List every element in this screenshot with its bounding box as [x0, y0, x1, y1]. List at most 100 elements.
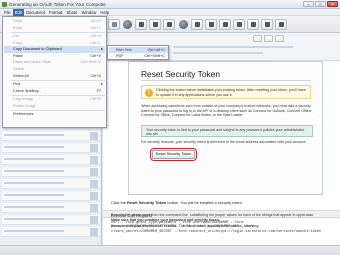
gear-icon [265, 22, 270, 27]
menu-edit[interactable]: Edit [12, 8, 24, 16]
toolbar-account-button[interactable] [179, 20, 188, 29]
present-icon [237, 22, 242, 27]
list-item[interactable] [2, 227, 100, 237]
note-format-button[interactable] [275, 35, 284, 42]
note-preview [4, 206, 64, 208]
lower-paragraph-2: Below is what your response will look li… [111, 224, 260, 229]
note-preview [4, 170, 64, 172]
note-preview [4, 230, 64, 232]
reset-security-token-button[interactable]: Reset Security Token [150, 148, 197, 161]
toolbar-search-button[interactable] [275, 19, 287, 30]
menu-item-label: Rotate Image [13, 103, 36, 108]
divider [141, 80, 311, 81]
share-icon [167, 22, 172, 27]
shortcut: F7 [96, 88, 101, 93]
toolbar-new-note-button[interactable] [135, 19, 147, 30]
menu-item-label: Redo [13, 25, 23, 30]
menu-format[interactable]: Format [47, 9, 64, 16]
note-format-button[interactable] [264, 35, 273, 42]
warning-box: ! Clicking the button below invalidates … [141, 85, 311, 99]
menu-item-delete[interactable]: Delete [4, 66, 105, 73]
toolbar-present-button[interactable] [233, 19, 245, 30]
trash-icon [195, 22, 200, 27]
menu-item-check-spelling[interactable]: Check Spelling... F7 [4, 88, 105, 95]
list-item[interactable] [2, 143, 100, 153]
copy-document-submenu: Rich Text Ctrl+Alt+C PDF Ctrl+Shift+C [107, 45, 169, 60]
app-icon [2, 2, 7, 7]
menu-item-cut[interactable]: Cut Ctrl+X [4, 33, 105, 40]
note-format-button[interactable] [253, 35, 262, 42]
toolbar-notebook-button[interactable] [108, 19, 120, 30]
menu-item-redo[interactable]: Redo Ctrl+Y [4, 25, 105, 32]
info-text: Your security token is tied to your pass… [146, 127, 305, 137]
note-preview [4, 218, 64, 220]
warning-icon: ! [145, 89, 153, 97]
toolbar-sync-button[interactable] [123, 20, 132, 29]
attach-icon [251, 22, 256, 27]
toolbar-reminder-button[interactable] [219, 19, 231, 30]
shortcut: Ctrl+X [90, 34, 101, 38]
caption-bold: Reset Security Token [127, 200, 167, 205]
new-note-icon [139, 22, 144, 27]
shortcut: Ctrl+A [90, 73, 101, 78]
menu-window[interactable]: Window [80, 9, 99, 16]
menu-item-find[interactable]: Find ▸ [4, 81, 105, 88]
menu-item-label: Crop Image [13, 97, 33, 101]
note-thumbnail [90, 204, 98, 212]
note-thumbnail [90, 216, 98, 224]
notebook-icon [112, 22, 117, 27]
menu-item-copy[interactable]: Copy Ctrl+C [4, 40, 105, 47]
toolbar-info-button[interactable] [205, 19, 217, 30]
caption: Click the Reset Security Token button. Y… [111, 200, 336, 205]
shortcut: Ctrl+R [90, 97, 101, 101]
screenshot-paragraph: When accessing salesforce.com from outsi… [141, 104, 313, 118]
note-thumbnail [90, 156, 98, 164]
list-item[interactable] [2, 155, 100, 165]
note-preview [4, 146, 64, 148]
header-rule [173, 46, 293, 48]
menu-item-paste-match-style[interactable]: Paste and Match Style Ctrl+Shift+V [4, 59, 105, 66]
menu-item-rotate-image[interactable]: Rotate Image [4, 103, 105, 110]
menu-item-crop-image[interactable]: Crop Image Ctrl+R [4, 96, 105, 103]
menu-item-preferences[interactable]: Preferences [4, 111, 105, 118]
embedded-screenshot: Reset Security Token ! Clicking the butt… [128, 61, 323, 195]
minimize-button[interactable]: – [303, 1, 314, 7]
submenu-item-label: Rich Text [116, 48, 132, 52]
toolbar-attach-button[interactable] [247, 19, 259, 30]
lower-paragraph: Execute the above script from the comman… [111, 213, 315, 217]
tag-icon [153, 22, 158, 27]
list-item[interactable] [2, 203, 100, 213]
toolbar-new-tag-button[interactable] [149, 19, 161, 30]
menu-document[interactable]: Document [24, 9, 47, 16]
menu-item-label: Undo [13, 19, 23, 23]
toolbar-delete-button[interactable] [191, 19, 203, 30]
list-item[interactable] [2, 167, 100, 177]
list-item[interactable] [2, 191, 100, 201]
list-item[interactable] [2, 131, 100, 141]
screenshot-paragraph-2: For security reasons, your security toke… [141, 140, 307, 144]
menu-file[interactable]: File [2, 9, 13, 16]
menu-item-label: Delete [13, 67, 24, 71]
menu-share[interactable]: Share [64, 9, 79, 16]
submenu-arrow-icon: ▸ [101, 82, 103, 86]
submenu-item-pdf[interactable]: PDF Ctrl+Shift+C [109, 53, 168, 59]
menu-item-label: Copy [13, 40, 22, 45]
toolbar-share-button[interactable] [163, 19, 175, 30]
menu-item-paste[interactable]: Paste Ctrl+V [4, 53, 105, 60]
caption-post: button. You will be emailed a security t… [166, 200, 243, 205]
shortcut: Ctrl+V [90, 53, 101, 58]
menu-item-label: Paste and Match Style [13, 60, 51, 65]
menu-item-undo[interactable]: Undo Ctrl+Z [4, 18, 105, 25]
close-button[interactable]: ✕ [327, 1, 338, 7]
list-item[interactable] [2, 179, 100, 189]
menu-item-copy-document[interactable]: Copy Document to Clipboard ▸ [4, 46, 105, 53]
shortcut: Ctrl+Z [90, 19, 101, 23]
shortcut: Ctrl+Shift+C [144, 54, 165, 59]
list-item[interactable] [2, 215, 100, 225]
note-thumbnail [90, 180, 98, 188]
info-box: Your security token is tied to your pass… [141, 125, 313, 137]
toolbar-settings-button[interactable] [261, 19, 273, 30]
menu-help[interactable]: Help [98, 9, 111, 16]
menu-item-select-all[interactable]: Select All Ctrl+A [4, 73, 105, 80]
maximize-button[interactable]: □ [315, 1, 326, 7]
